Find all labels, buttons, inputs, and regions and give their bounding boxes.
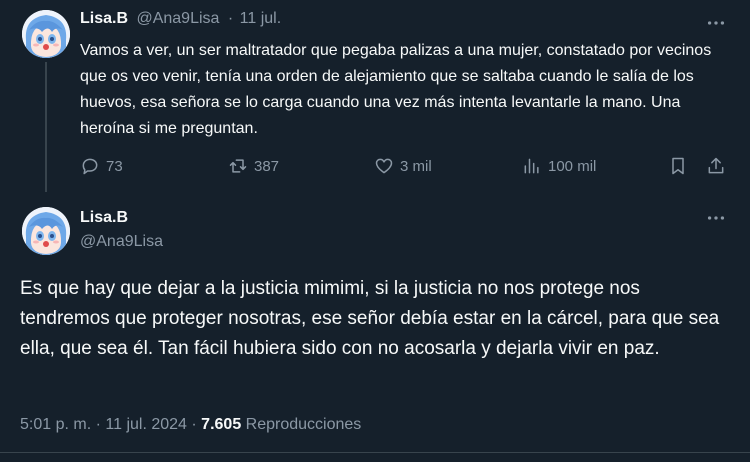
tweet-date[interactable]: 11 jul. [240, 10, 282, 27]
tweet1-text: Vamos a ver, un ser maltratador que pega… [80, 42, 712, 137]
reply-button[interactable]: 73 [80, 150, 123, 182]
author-name[interactable]: Lisa.B [80, 209, 128, 227]
author-handle[interactable]: @Ana9Lisa [136, 10, 219, 27]
tweet1-header: Lisa.B @Ana9Lisa · 11 jul. [80, 10, 281, 28]
like-count: 3 mil [400, 157, 432, 175]
avatar[interactable] [22, 10, 70, 58]
avatar-image [22, 10, 70, 58]
bookmark-icon [672, 157, 684, 175]
repost-arrows-icon [229, 159, 247, 173]
share-upload-icon [708, 157, 724, 174]
tweet-meta: 5:01 p. m. · 11 jul. 2024 · 7.605 Reprod… [20, 416, 361, 434]
repost-button[interactable]: 387 [228, 150, 279, 182]
avatar[interactable] [22, 207, 70, 255]
views-button[interactable]: 100 mil [522, 150, 596, 182]
avatar-image [22, 207, 70, 255]
views-count[interactable]: 7.605 [201, 416, 241, 433]
bar-chart-icon [524, 158, 539, 174]
author-name[interactable]: Lisa.B [80, 10, 128, 27]
tweet-time[interactable]: 5:01 p. m. [20, 416, 91, 433]
tweet2-text: Es que hay que dejar a la justicia mimim… [20, 278, 720, 359]
views-label[interactable]: Reproducciones [246, 416, 362, 433]
meta-separator: · [191, 416, 197, 433]
tweet-date[interactable]: 11 jul. 2024 [105, 416, 187, 433]
thread-connector-line [45, 62, 47, 192]
like-button[interactable]: 3 mil [374, 150, 432, 182]
author-handle[interactable]: @Ana9Lisa [80, 233, 163, 251]
reply-bubble-icon [82, 158, 98, 175]
tweet1-action-bar: 73 387 3 mil 100 mil [72, 150, 734, 182]
header-separator: · [227, 10, 234, 27]
more-options-icon[interactable] [705, 207, 727, 229]
more-options-icon[interactable] [705, 12, 727, 34]
heart-icon [375, 158, 393, 174]
repost-count: 387 [254, 157, 280, 175]
reply-count: 73 [106, 157, 123, 175]
bookmark-button[interactable] [668, 150, 688, 182]
divider [0, 452, 750, 453]
views-count: 100 mil [548, 157, 597, 175]
share-button[interactable] [706, 150, 726, 182]
meta-separator: · [95, 416, 101, 433]
